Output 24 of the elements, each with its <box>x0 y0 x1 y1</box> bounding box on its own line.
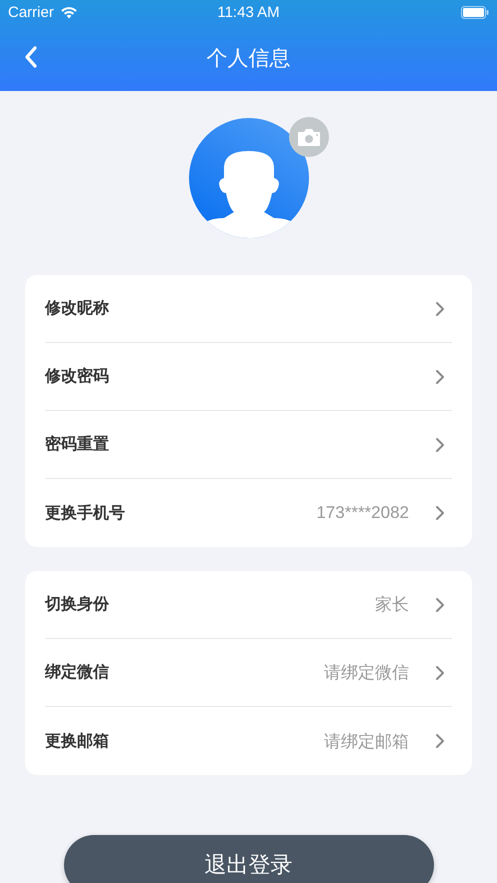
camera-button[interactable] <box>288 117 328 157</box>
status-time: 11:43 AM <box>216 4 281 21</box>
page-title: 个人信息 <box>206 45 290 72</box>
battery-icon <box>461 6 489 19</box>
back-button[interactable] <box>24 45 38 69</box>
chevron-right-icon <box>435 505 445 521</box>
settings-row[interactable]: 更换邮箱 请绑定邮箱 <box>45 707 452 775</box>
chevron-right-icon <box>435 664 445 680</box>
wifi-icon <box>60 6 78 19</box>
logout-button[interactable]: 退出登录 <box>64 835 434 883</box>
settings-row[interactable]: 密码重置 <box>45 411 452 479</box>
settings-row[interactable]: 更换手机号 173****2082 <box>45 479 452 547</box>
settings-row[interactable]: 修改昵称 <box>45 275 452 343</box>
chevron-right-icon <box>435 596 445 612</box>
camera-icon <box>296 128 320 146</box>
avatar[interactable] <box>188 118 308 238</box>
settings-row[interactable]: 切换身份 家长 <box>45 571 452 639</box>
chevron-right-icon <box>435 436 445 452</box>
carrier-name: Carrier <box>8 4 54 21</box>
chevron-right-icon <box>435 733 445 749</box>
chevron-right-icon <box>435 368 445 384</box>
settings-row[interactable]: 修改密码 <box>45 343 452 411</box>
chevron-right-icon <box>435 300 445 316</box>
settings-row[interactable]: 绑定微信 请绑定微信 <box>45 639 452 707</box>
